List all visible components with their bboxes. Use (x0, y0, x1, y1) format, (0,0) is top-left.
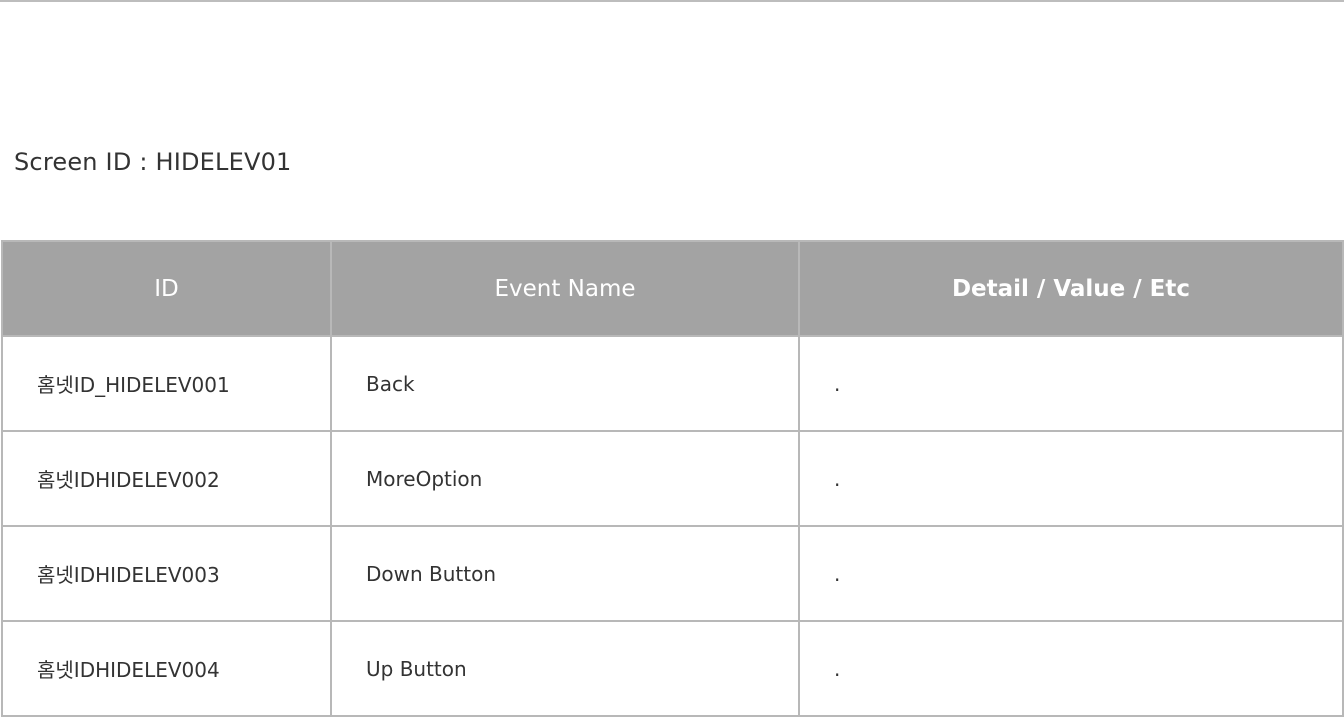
header-detail: Detail / Value / Etc (798, 240, 1344, 337)
event-spec-table: ID Event Name Detail / Value / Etc 홈넷ID_… (1, 240, 1344, 717)
header-id: ID (1, 240, 332, 337)
cell-detail: . (798, 620, 1344, 717)
table-row: 홈넷IDHIDELEV004 Up Button . (1, 620, 1344, 717)
screen-id-heading: Screen ID : HIDELEV01 (14, 148, 292, 176)
cell-id: 홈넷ID_HIDELEV001 (1, 335, 332, 432)
table-row: 홈넷IDHIDELEV003 Down Button . (1, 525, 1344, 622)
cell-detail: . (798, 430, 1344, 527)
cell-id: 홈넷IDHIDELEV003 (1, 525, 332, 622)
cell-event-name: Down Button (330, 525, 800, 622)
cell-event-name: Up Button (330, 620, 800, 717)
table-row: 홈넷ID_HIDELEV001 Back . (1, 335, 1344, 432)
cell-id: 홈넷IDHIDELEV002 (1, 430, 332, 527)
header-event-name: Event Name (330, 240, 800, 337)
cell-detail: . (798, 335, 1344, 432)
table-header: ID Event Name Detail / Value / Etc (1, 240, 1344, 337)
cell-event-name: MoreOption (330, 430, 800, 527)
top-divider (0, 0, 1344, 2)
cell-event-name: Back (330, 335, 800, 432)
table-body: 홈넷ID_HIDELEV001 Back . 홈넷IDHIDELEV002 Mo… (1, 335, 1344, 717)
header-row: ID Event Name Detail / Value / Etc (1, 240, 1344, 337)
table-row: 홈넷IDHIDELEV002 MoreOption . (1, 430, 1344, 527)
cell-id: 홈넷IDHIDELEV004 (1, 620, 332, 717)
cell-detail: . (798, 525, 1344, 622)
